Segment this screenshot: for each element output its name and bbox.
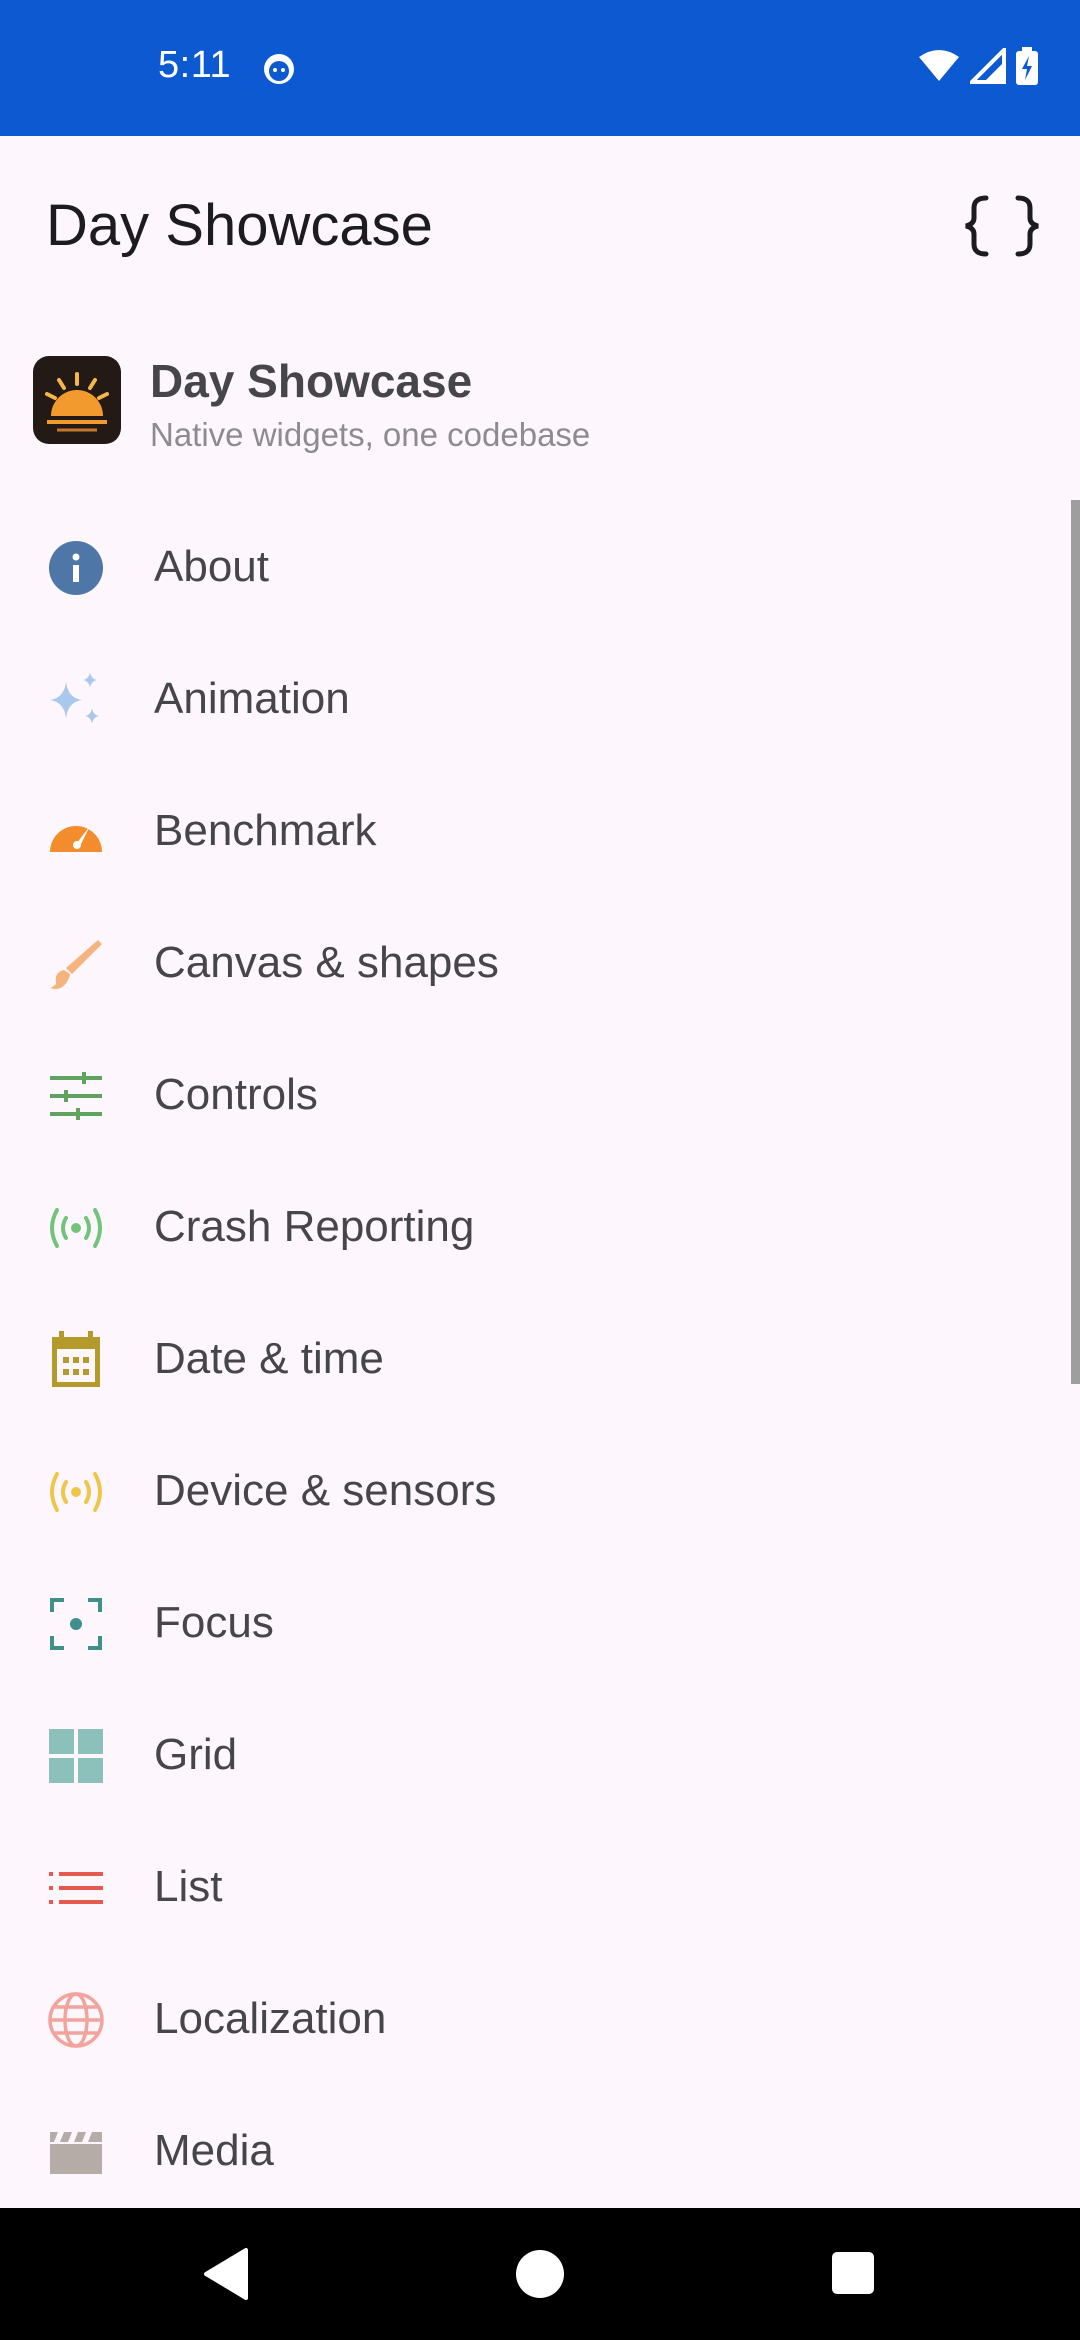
cell-signal-icon [967, 44, 1006, 89]
menu-item-crash-reporting[interactable]: Crash Reporting [0, 1160, 1060, 1292]
notification-face-icon [262, 52, 296, 86]
menu-item-label: Date & time [154, 1334, 384, 1383]
menu-item-animation[interactable]: Animation [0, 632, 1060, 764]
code-button[interactable] [952, 178, 1052, 278]
sliders-icon [46, 1066, 106, 1126]
calendar-icon [46, 1330, 106, 1390]
menu-item-list[interactable]: List [0, 1820, 1060, 1952]
menu-item-media[interactable]: Media [0, 2084, 1060, 2208]
status-time: 5:11 [158, 44, 232, 86]
system-nav-bar [0, 2208, 1080, 2340]
menu-item-label: List [154, 1862, 223, 1911]
menu-item-label: Focus [154, 1598, 274, 1647]
menu-item-date-time[interactable]: Date & time [0, 1292, 1060, 1424]
drawer-header: Day Showcase Native widgets, one codebas… [0, 340, 1080, 470]
recents-icon[interactable] [826, 2246, 882, 2302]
page-title: Day Showcase [46, 193, 433, 258]
menu-item-label: Controls [154, 1070, 318, 1119]
app-bar: Day Showcase [0, 136, 1080, 316]
menu-list: About Animation Benchmark Canvas & shape… [0, 500, 1080, 2208]
menu-item-canvas-shapes[interactable]: Canvas & shapes [0, 896, 1060, 1028]
list-icon [46, 1858, 106, 1918]
menu-item-label: Animation [154, 674, 350, 723]
menu-item-label: About [154, 542, 269, 591]
sensor-broadcast-icon [46, 1462, 106, 1522]
status-icons [918, 44, 1038, 90]
menu-item-label: Media [154, 2126, 274, 2175]
home-icon[interactable] [512, 2246, 568, 2302]
menu-item-label: Crash Reporting [154, 1202, 475, 1251]
menu-item-label: Device & sensors [154, 1466, 497, 1515]
menu-item-focus[interactable]: Focus [0, 1556, 1060, 1688]
menu-item-label: Grid [154, 1730, 238, 1779]
menu-item-label: Canvas & shapes [154, 938, 499, 987]
menu-item-controls[interactable]: Controls [0, 1028, 1060, 1160]
menu-item-benchmark[interactable]: Benchmark [0, 764, 1060, 896]
menu-item-label: Localization [154, 1994, 387, 2043]
menu-item-grid[interactable]: Grid [0, 1688, 1060, 1820]
sunrise-app-icon [33, 356, 121, 444]
status-bar: 5:11 [0, 0, 1080, 136]
drawer-header-title: Day Showcase [150, 355, 473, 407]
menu-item-localization[interactable]: Localization [0, 1952, 1060, 2084]
grid-icon [46, 1726, 106, 1786]
broadcast-icon [46, 1198, 106, 1258]
globe-icon [46, 1990, 106, 2050]
focus-icon [46, 1594, 106, 1654]
info-icon [46, 538, 106, 598]
drawer-header-subtitle: Native widgets, one codebase [150, 416, 591, 453]
speedometer-icon [46, 802, 106, 862]
wifi-icon [918, 49, 960, 88]
brush-icon [46, 934, 106, 994]
battery-charging-icon [1016, 46, 1038, 90]
back-icon[interactable] [200, 2246, 256, 2302]
clapperboard-icon [46, 2122, 106, 2182]
menu-item-label: Benchmark [154, 806, 377, 855]
menu-item-device-sensors[interactable]: Device & sensors [0, 1424, 1060, 1556]
menu-item-about[interactable]: About [0, 500, 1060, 632]
sparkles-icon [46, 670, 106, 730]
code-braces-icon [962, 194, 1042, 263]
